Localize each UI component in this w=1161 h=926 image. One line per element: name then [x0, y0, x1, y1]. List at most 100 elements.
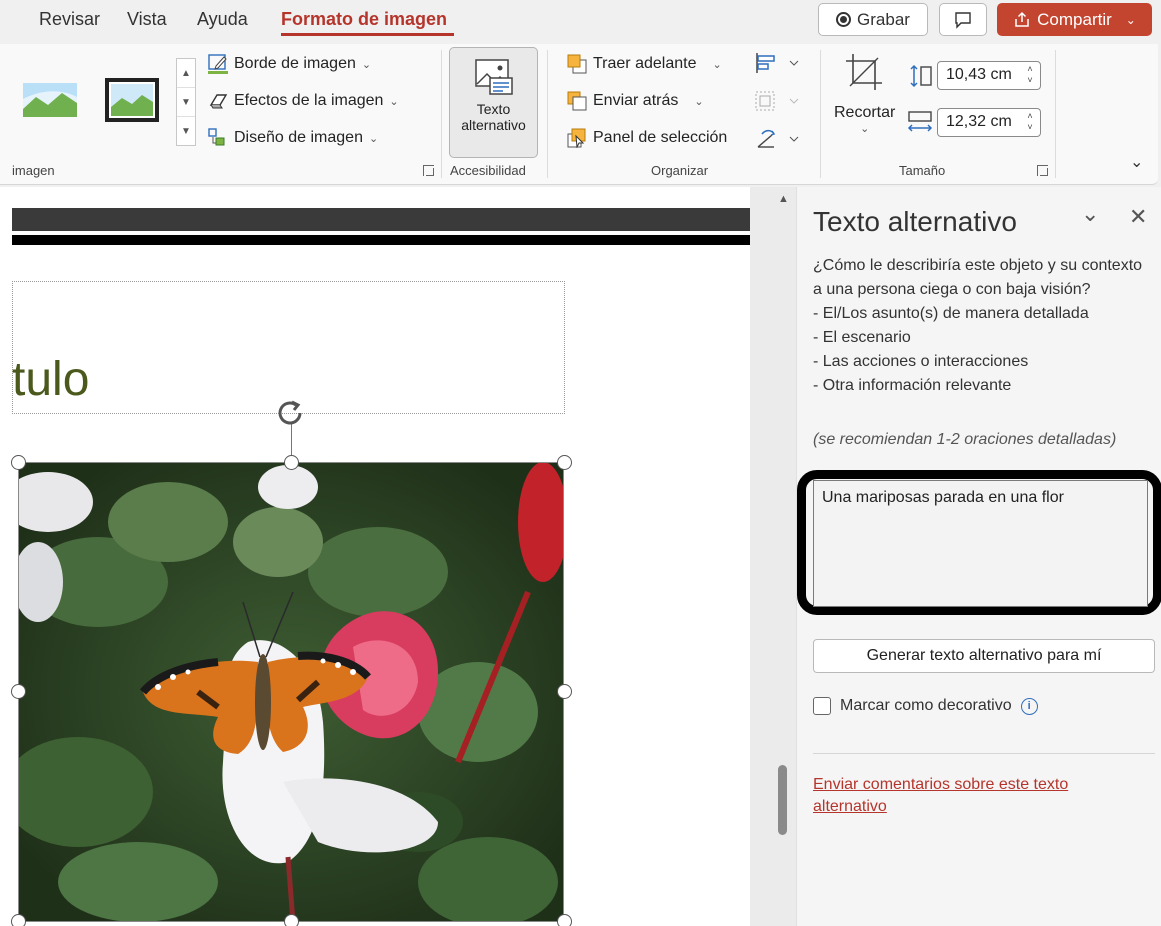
tab-vista[interactable]: Vista: [127, 9, 167, 30]
chevron-down-icon[interactable]: ⌄: [1126, 13, 1136, 27]
active-tab-indicator: [281, 33, 454, 36]
gallery-up-arrow-icon[interactable]: ▲: [177, 59, 195, 88]
tab-revisar[interactable]: Revisar: [39, 9, 100, 30]
pane-divider: [813, 753, 1155, 754]
pane-options-chevron-icon[interactable]: ⌄: [1081, 201, 1099, 227]
scroll-up-arrow-icon[interactable]: ▲: [778, 193, 789, 205]
slide-editor: tulo ▲: [0, 187, 796, 926]
share-label: Compartir: [1037, 9, 1112, 29]
picture-effects-label: Efectos de la imagen: [234, 92, 384, 109]
ribbon-collapse-chevron-icon[interactable]: ⌄: [1130, 152, 1143, 172]
chevron-down-icon: ⌄: [860, 123, 870, 135]
width-field[interactable]: 12,32 cm ˄ ˅: [937, 108, 1041, 137]
crop-button[interactable]: Recortar ⌄: [834, 104, 895, 135]
group-separator: [547, 50, 548, 178]
comment-icon: [955, 11, 971, 29]
picture-effects-button[interactable]: Efectos de la imagen ⌄: [208, 91, 399, 111]
effects-icon: [209, 94, 228, 109]
tab-formato-de-imagen[interactable]: Formato de imagen: [281, 9, 447, 30]
scrollbar-thumb[interactable]: [778, 765, 787, 835]
picture-style-black-frame[interactable]: [104, 77, 160, 123]
decorative-option: Marcar como decorativo i: [813, 697, 1038, 715]
height-field[interactable]: 10,43 cm ˄ ˅: [937, 61, 1041, 90]
generate-alt-text-label: Generar texto alternativo para mí: [866, 647, 1102, 664]
group-objects-icon: [755, 91, 799, 111]
picture-border-button[interactable]: Borde de imagen ⌄: [208, 54, 371, 74]
align-icon[interactable]: [754, 52, 800, 74]
styles-gallery-scroll: ▲ ▼ ▼: [176, 58, 196, 146]
title-placeholder[interactable]: [12, 281, 565, 414]
share-icon: [1015, 11, 1029, 27]
close-icon[interactable]: ✕: [1129, 204, 1147, 230]
dialog-launcher-icon[interactable]: [423, 165, 434, 176]
description-line: - Las acciones o interacciones: [813, 353, 1029, 370]
send-backward-icon: [567, 91, 587, 111]
record-button[interactable]: Grabar: [818, 3, 928, 36]
pen-border-icon: [208, 54, 228, 74]
gallery-expand-icon[interactable]: ▼: [177, 117, 195, 146]
height-value: 10,43 cm: [946, 66, 1012, 83]
picture-layout-label: Diseño de imagen: [234, 129, 363, 146]
chevron-down-icon[interactable]: ⌄: [712, 58, 721, 71]
slide-canvas[interactable]: tulo: [0, 187, 750, 926]
share-button[interactable]: Compartir ⌄: [997, 3, 1152, 36]
comments-button[interactable]: [939, 3, 987, 36]
gallery-down-arrow-icon[interactable]: ▼: [177, 88, 195, 117]
alt-text-icon: [474, 59, 513, 95]
record-label: Grabar: [857, 9, 910, 29]
chevron-down-icon[interactable]: ⌄: [694, 95, 703, 108]
selection-pane-button[interactable]: Panel de selección: [567, 128, 727, 148]
selection-pane-icon: [567, 128, 586, 148]
alt-text-label-line2: alternativo: [461, 117, 526, 133]
chevron-down-icon: ⌄: [361, 58, 372, 71]
slide-header-bar: [12, 208, 750, 232]
resize-handle-top[interactable]: [284, 455, 299, 470]
tab-ayuda[interactable]: Ayuda: [197, 9, 248, 30]
pane-title: Texto alternativo: [813, 206, 1017, 237]
alt-text-button[interactable]: Texto alternativo: [449, 47, 538, 158]
selection-pane-label: Panel de selección: [593, 129, 728, 146]
info-icon[interactable]: i: [1020, 697, 1038, 715]
picture-layout-button[interactable]: Diseño de imagen ⌄: [208, 128, 378, 148]
width-value: 12,32 cm: [946, 113, 1012, 130]
group-label-arrange: Organizar: [651, 163, 709, 178]
slide-title[interactable]: tulo: [12, 352, 89, 407]
bring-forward-icon: [567, 54, 587, 74]
description-line: ¿Cómo le describiría este objeto y su co…: [813, 257, 1143, 298]
feedback-link[interactable]: Enviar comentarios sobre este texto alte…: [813, 774, 1113, 818]
send-backward-button[interactable]: Enviar atrás ⌄: [567, 91, 704, 111]
picture-style-soft-edge[interactable]: [22, 77, 78, 123]
picture-border-label: Borde de imagen: [234, 55, 356, 72]
generate-alt-text-button[interactable]: Generar texto alternativo para mí: [813, 639, 1155, 673]
resize-handle-bottom-right[interactable]: [557, 914, 572, 926]
description-line: - Otra información relevante: [813, 377, 1012, 394]
record-icon: [836, 12, 852, 27]
slide-divider: [12, 235, 750, 245]
group-label-accessibility: Accesibilidad: [450, 163, 526, 178]
bring-forward-button[interactable]: Traer adelante ⌄: [567, 54, 722, 74]
resize-handle-bottom[interactable]: [284, 914, 299, 926]
rotate-icon[interactable]: [754, 128, 800, 150]
decorative-checkbox[interactable]: [813, 697, 831, 715]
resize-handle-top-left[interactable]: [11, 455, 26, 470]
ribbon-panel: ▲ ▼ ▼ Borde de imagen ⌄ Efectos de la im…: [0, 44, 1158, 185]
alt-text-input[interactable]: Una mariposas parada en una flor: [813, 480, 1148, 607]
chevron-down-icon: ⌄: [368, 132, 379, 145]
chevron-down-icon: ⌄: [389, 95, 399, 108]
width-spinner-icon[interactable]: ˄ ˅: [1023, 111, 1037, 134]
height-spinner-icon[interactable]: ˄ ˅: [1023, 64, 1037, 87]
group-label-picture-styles: imagen: [12, 163, 55, 178]
decorative-label[interactable]: Marcar como decorativo: [840, 697, 1012, 715]
resize-handle-bottom-left[interactable]: [11, 914, 26, 926]
send-backward-label: Enviar atrás: [593, 92, 679, 109]
resize-handle-right[interactable]: [557, 684, 572, 699]
resize-handle-left[interactable]: [11, 684, 26, 699]
resize-handle-top-right[interactable]: [557, 455, 572, 470]
shape-width-icon: [907, 111, 933, 132]
crop-icon[interactable]: [844, 52, 884, 92]
layout-icon: [208, 128, 225, 146]
rotation-handle-icon[interactable]: [276, 399, 308, 429]
group-separator: [1055, 50, 1056, 178]
dialog-launcher-icon[interactable]: [1037, 165, 1048, 176]
ribbon-tab-bar: Revisar Vista Ayuda Formato de imagen Gr…: [0, 0, 1161, 44]
